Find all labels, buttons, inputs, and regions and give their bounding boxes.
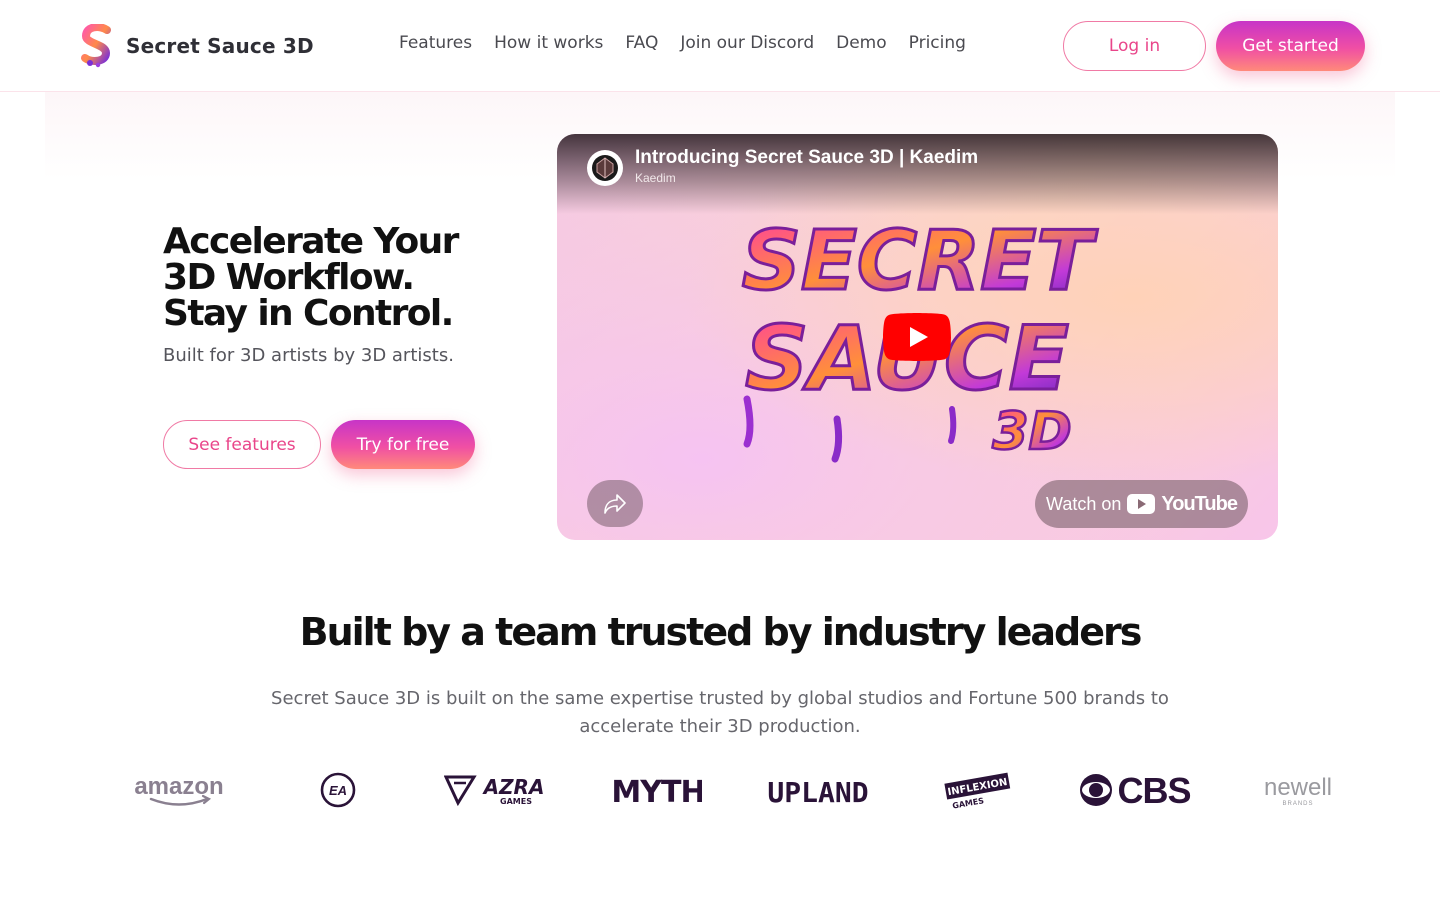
nav-how-it-works[interactable]: How it works (494, 33, 603, 53)
s-logo-icon (81, 24, 111, 68)
video-channel[interactable]: Kaedim (635, 171, 676, 185)
watch-on-youtube-button[interactable]: Watch on YouTube (1035, 480, 1248, 528)
newell-logo-subtext: BRANDS (1282, 801, 1313, 807)
nav-features[interactable]: Features (399, 33, 472, 53)
inflexion-games-logo: INFLEXION GAMES (942, 760, 1014, 820)
play-icon[interactable] (883, 313, 951, 361)
upland-logo: UPLAND (764, 760, 872, 820)
watch-on-label: Watch on (1046, 493, 1122, 514)
nav-demo[interactable]: Demo (836, 33, 887, 53)
brand[interactable]: Secret Sauce 3D (80, 24, 314, 68)
cbs-logo: CBS (1078, 760, 1198, 820)
nav-pricing[interactable]: Pricing (909, 33, 966, 53)
myth-logo-text: MYTH (614, 775, 702, 808)
amazon-logo-text: amazon (134, 773, 223, 800)
hero-subtitle: Built for 3D artists by 3D artists. (163, 345, 454, 366)
try-for-free-button[interactable]: Try for free (331, 420, 475, 469)
nav-discord[interactable]: Join our Discord (680, 33, 814, 53)
hero-title: Accelerate Your 3D Workflow. Stay in Con… (163, 221, 459, 334)
channel-avatar[interactable] (587, 150, 623, 186)
newell-brands-logo: newell BRANDS (1258, 760, 1338, 820)
video-embed[interactable]: SECRET SAUCE 3D Introducing Secret Sauce… (557, 134, 1278, 540)
youtube-wordmark: YouTube (1161, 492, 1238, 515)
azra-logo-text: AZRA (482, 775, 545, 799)
see-features-button[interactable]: See features (163, 420, 321, 469)
azra-games-logo: AZRA GAMES (444, 760, 552, 820)
ea-logo-text: EA (329, 783, 347, 798)
youtube-icon (1127, 494, 1156, 514)
share-button[interactable] (587, 480, 643, 527)
brand-name: Secret Sauce 3D (126, 34, 314, 58)
video-title[interactable]: Introducing Secret Sauce 3D | Kaedim (635, 147, 978, 169)
trusted-description: Secret Sauce 3D is built on the same exp… (271, 688, 1169, 737)
cbs-logo-text: CBS (1117, 772, 1190, 808)
art-line-secret: SECRET (742, 214, 1098, 309)
login-button[interactable]: Log in (1063, 21, 1206, 71)
azra-logo-subtext: GAMES (500, 797, 532, 806)
get-started-button[interactable]: Get started (1216, 21, 1365, 71)
upland-logo-text: UPLAND (767, 776, 868, 808)
ea-logo: EA (318, 760, 358, 820)
nav-faq[interactable]: FAQ (625, 33, 658, 53)
kaedim-logo-icon (592, 155, 618, 181)
share-icon (604, 493, 626, 514)
newell-logo-text: newell (1264, 774, 1332, 801)
amazon-logo: amazon (130, 760, 228, 820)
trusted-title: Built by a team trusted by industry lead… (299, 610, 1143, 654)
art-line-3d: 3D (992, 402, 1071, 462)
client-logos: amazon EA AZRA GAMES MYTH UPLAND INFLEXI… (0, 760, 1440, 820)
main-nav: Features How it works FAQ Join our Disco… (399, 33, 966, 53)
inflexion-logo-subtext: GAMES (952, 796, 985, 810)
myth-logo: MYTH (614, 760, 702, 820)
site-header: Secret Sauce 3D Features How it works FA… (0, 0, 1440, 92)
